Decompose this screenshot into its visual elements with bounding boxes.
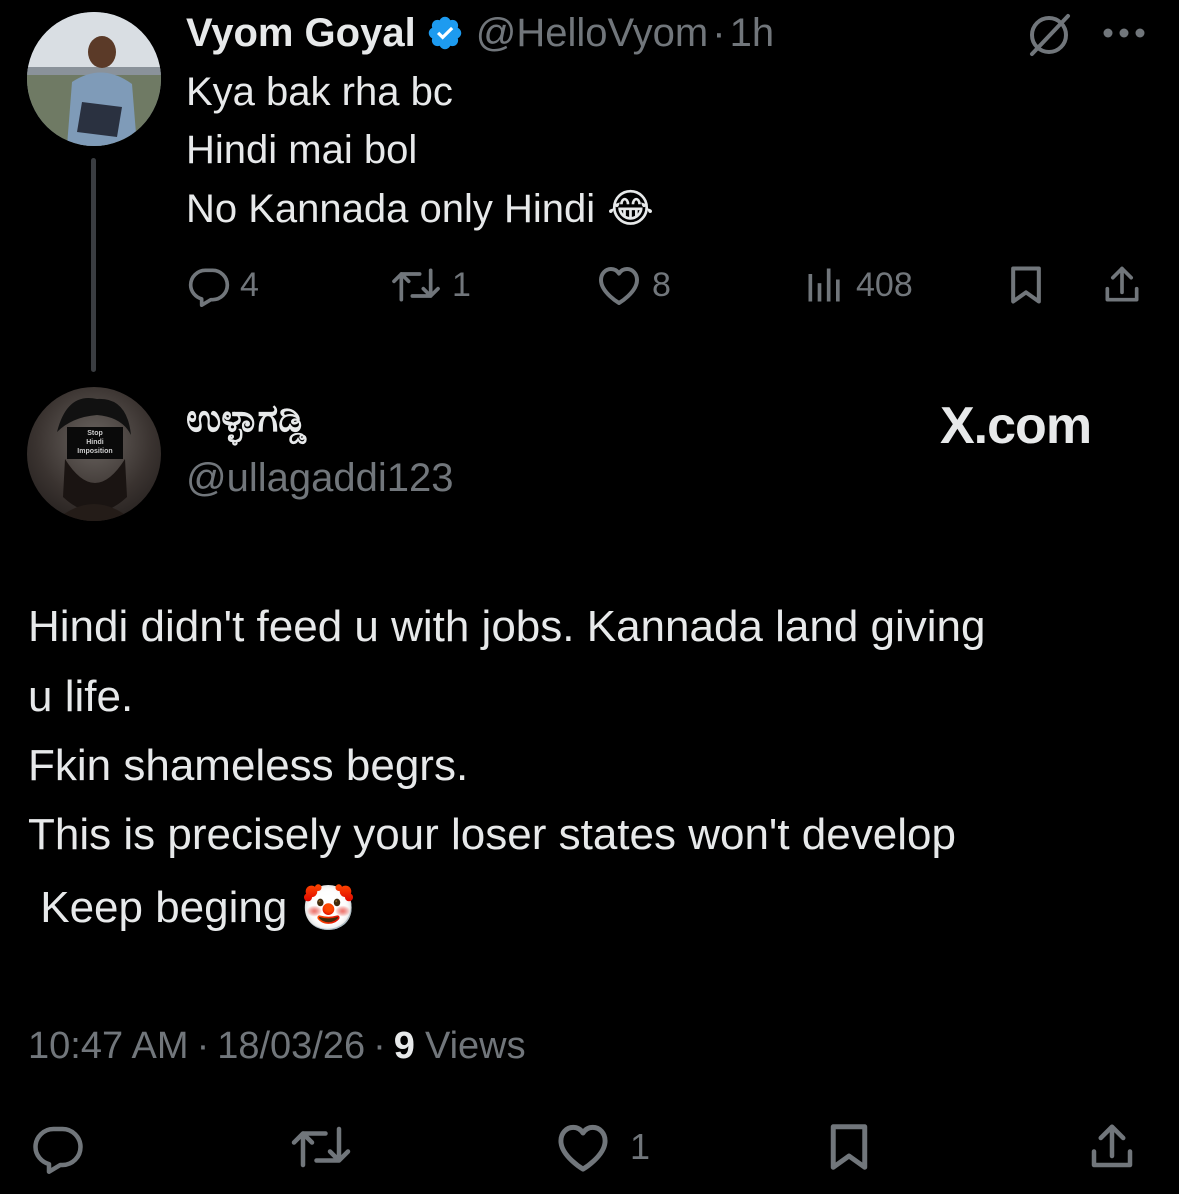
main-avatar[interactable]: Stop Hindi Imposition: [27, 387, 161, 521]
x-watermark: X.com: [940, 397, 1092, 455]
reply-icon: [33, 1126, 83, 1174]
main-like-button[interactable]: 1: [552, 1120, 650, 1174]
main-like-count: 1: [630, 1126, 651, 1167]
parent-tweet-line-1: Kya bak rha bc: [186, 70, 453, 114]
parent-share-button[interactable]: [1098, 262, 1146, 308]
meta-dot-2: ·: [373, 1024, 386, 1067]
parent-views-button[interactable]: 408: [802, 262, 913, 308]
main-date[interactable]: 18/03/26: [217, 1025, 365, 1068]
repost-icon: [291, 1126, 351, 1168]
parent-reply-count: 4: [240, 265, 259, 304]
main-views-count[interactable]: 9: [394, 1025, 415, 1068]
main-tweet-line-5-row: Keep beging 🤡: [28, 876, 356, 940]
avatar-caption: Stop Hindi Imposition: [77, 430, 113, 455]
parent-display-name[interactable]: Vyom Goyal: [186, 11, 416, 56]
parent-repost-button[interactable]: 1: [388, 262, 471, 308]
parent-tweet-line-3: No Kannada only Hindi: [186, 186, 596, 231]
reply-icon: [188, 268, 230, 307]
parent-bookmark-button[interactable]: [1004, 262, 1048, 308]
meta-dot-1: ·: [196, 1024, 210, 1067]
parent-reply-button[interactable]: 4: [186, 262, 259, 308]
laughing-emoji: 😂: [607, 187, 654, 231]
parent-tweet-header: Vyom Goyal @HelloVyom · 1h: [186, 8, 774, 58]
bookmark-icon: [830, 1124, 868, 1170]
main-bookmark-button[interactable]: [822, 1120, 876, 1174]
share-icon: [1091, 1124, 1133, 1168]
main-share-button[interactable]: [1084, 1120, 1140, 1174]
main-tweet-meta: 10:47 AM · 18/03/26 · 9 Views: [28, 1022, 526, 1070]
main-handle[interactable]: @ullagaddi123: [186, 456, 453, 501]
clown-emoji: 🤡: [301, 884, 357, 933]
main-repost-button[interactable]: [288, 1120, 354, 1174]
views-icon: [808, 268, 840, 302]
main-display-name[interactable]: ಉಳ್ಳಾಗಡ್ಡಿ: [186, 398, 306, 441]
parent-separator: ·: [712, 10, 726, 55]
parent-handle[interactable]: @HelloVyom: [476, 11, 709, 56]
main-timestamp[interactable]: 10:47 AM: [28, 1025, 189, 1068]
parent-avatar-photo: [27, 12, 161, 146]
main-tweet-line-3: Fkin shameless begrs.: [28, 741, 469, 790]
more-icon[interactable]: [1102, 26, 1146, 45]
parent-time[interactable]: 1h: [730, 11, 775, 56]
main-tweet-line-4: This is precisely your loser states won'…: [28, 810, 956, 859]
parent-like-count: 8: [652, 265, 671, 304]
parent-like-button[interactable]: 8: [594, 262, 671, 308]
like-icon: [599, 267, 639, 305]
like-icon: [558, 1124, 608, 1172]
grok-icon[interactable]: [1024, 12, 1074, 63]
parent-repost-count: 1: [452, 265, 471, 304]
bookmark-icon: [1011, 266, 1041, 304]
parent-tweet-line-3-row: No Kannada only Hindi 😂: [186, 184, 654, 234]
main-tweet-line-2: u life.: [28, 672, 134, 721]
parent-views-count: 408: [856, 265, 913, 304]
thread-connector-line: [91, 158, 96, 372]
main-reply-button[interactable]: [30, 1120, 86, 1174]
parent-avatar[interactable]: [27, 12, 161, 146]
share-icon: [1105, 266, 1139, 302]
parent-tweet-line-2: Hindi mai bol: [186, 128, 418, 172]
verified-badge-icon: [426, 14, 464, 52]
main-tweet-line-1: Hindi didn't feed u with jobs. Kannada l…: [28, 602, 986, 651]
repost-icon: [392, 268, 440, 302]
main-views-label[interactable]: Views: [425, 1025, 526, 1068]
main-tweet-line-5: Keep beging: [28, 883, 288, 932]
